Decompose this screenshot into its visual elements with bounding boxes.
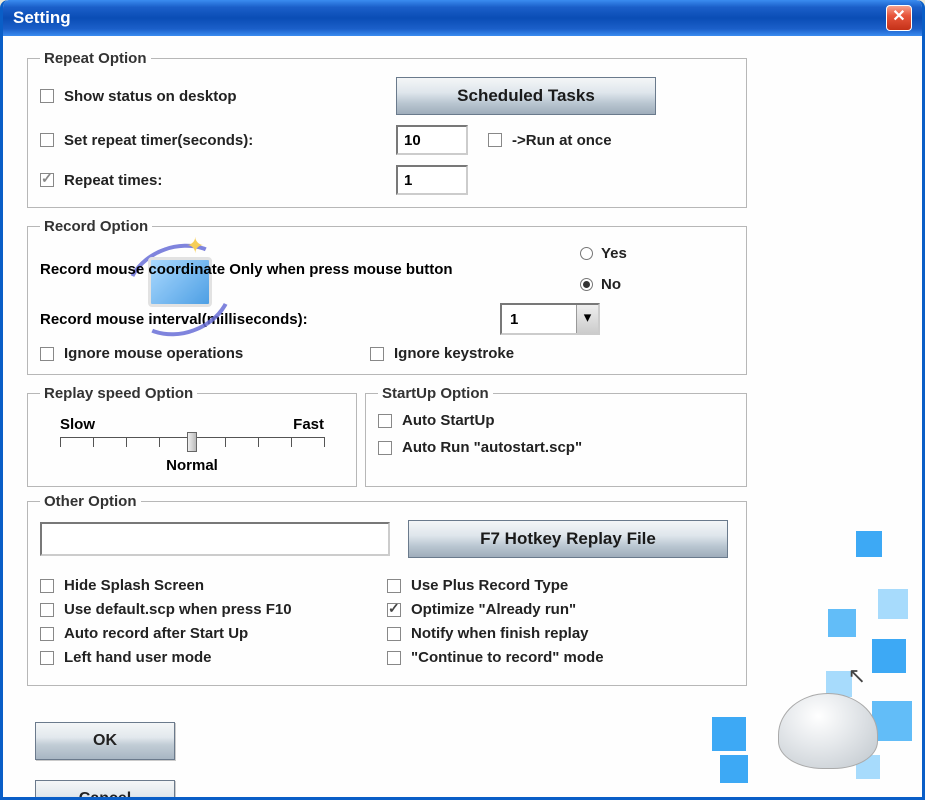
record-interval-label: Record mouse interval(milliseconds):: [40, 311, 500, 328]
record-interval-select[interactable]: 1 ▾: [500, 303, 600, 335]
replay-speed-slider[interactable]: [60, 437, 324, 455]
fast-label: Fast: [293, 416, 324, 433]
notify-finish-label: Notify when finish replay: [411, 625, 589, 642]
hotkey-file-input[interactable]: [40, 522, 390, 556]
other-legend: Other Option: [40, 493, 141, 510]
coord-no-label: No: [601, 276, 621, 293]
close-button[interactable]: ✕: [886, 5, 912, 31]
slider-thumb[interactable]: [187, 432, 197, 452]
ignore-mouse-checkbox[interactable]: [40, 347, 54, 361]
auto-startup-checkbox[interactable]: [378, 414, 392, 428]
optimize-already-checkbox[interactable]: [387, 603, 401, 617]
repeat-option-group: Repeat Option Show status on desktop Sch…: [27, 50, 747, 208]
hide-splash-label: Hide Splash Screen: [64, 577, 204, 594]
repeat-legend: Repeat Option: [40, 50, 151, 67]
record-coord-label: Record mouse coordinate Only when press …: [40, 261, 580, 278]
ignore-keys-label: Ignore keystroke: [394, 345, 514, 362]
ok-button[interactable]: OK: [35, 722, 175, 760]
run-at-once-checkbox[interactable]: [488, 133, 502, 147]
show-status-checkbox[interactable]: [40, 89, 54, 103]
left-hand-checkbox[interactable]: [40, 651, 54, 665]
repeat-times-label: Repeat times:: [64, 172, 396, 189]
run-at-once-label: ->Run at once: [512, 132, 612, 149]
titlebar[interactable]: Setting ✕: [3, 0, 922, 36]
set-timer-label: Set repeat timer(seconds):: [64, 132, 396, 149]
other-option-group: Other Option F7 Hotkey Replay File Hide …: [27, 493, 747, 686]
startup-legend: StartUp Option: [378, 385, 493, 402]
client-area: Repeat Option Show status on desktop Sch…: [3, 36, 922, 797]
startup-option-group: StartUp Option Auto StartUp Auto Run "au…: [365, 385, 747, 487]
show-status-label: Show status on desktop: [64, 88, 396, 105]
scheduled-tasks-button[interactable]: Scheduled Tasks: [396, 77, 656, 115]
repeat-times-checkbox[interactable]: [40, 173, 54, 187]
f7-hotkey-button[interactable]: F7 Hotkey Replay File: [408, 520, 728, 558]
close-icon: ✕: [892, 8, 905, 25]
left-hand-label: Left hand user mode: [64, 649, 212, 666]
notify-finish-checkbox[interactable]: [387, 627, 401, 641]
auto-record-start-checkbox[interactable]: [40, 627, 54, 641]
replay-speed-group: Replay speed Option Slow Fast: [27, 385, 357, 487]
replay-legend: Replay speed Option: [40, 385, 197, 402]
auto-run-label: Auto Run "autostart.scp": [402, 439, 582, 456]
auto-record-start-label: Auto record after Start Up: [64, 625, 248, 642]
coord-yes-radio[interactable]: [580, 247, 593, 260]
cursor-icon: ↖: [848, 663, 866, 689]
record-interval-value: 1: [510, 311, 518, 328]
optimize-already-label: Optimize "Already run": [411, 601, 576, 618]
timer-input[interactable]: [396, 125, 468, 155]
normal-label: Normal: [60, 457, 324, 474]
auto-run-checkbox[interactable]: [378, 441, 392, 455]
cancel-button[interactable]: Cancel: [35, 780, 175, 800]
coord-no-radio[interactable]: [580, 278, 593, 291]
coord-yes-label: Yes: [601, 245, 627, 262]
mouse-icon: [778, 693, 878, 769]
set-timer-checkbox[interactable]: [40, 133, 54, 147]
use-default-f10-checkbox[interactable]: [40, 603, 54, 617]
ignore-mouse-label: Ignore mouse operations: [64, 345, 370, 362]
auto-startup-label: Auto StartUp: [402, 412, 495, 429]
plus-record-checkbox[interactable]: [387, 579, 401, 593]
plus-record-label: Use Plus Record Type: [411, 577, 568, 594]
hide-splash-checkbox[interactable]: [40, 579, 54, 593]
slow-label: Slow: [60, 416, 95, 433]
window-title: Setting: [13, 8, 71, 28]
continue-record-checkbox[interactable]: [387, 651, 401, 665]
chevron-down-icon: ▾: [576, 305, 598, 333]
continue-record-label: "Continue to record" mode: [411, 649, 604, 666]
repeat-times-input[interactable]: [396, 165, 468, 195]
use-default-f10-label: Use default.scp when press F10: [64, 601, 292, 618]
ignore-keys-checkbox[interactable]: [370, 347, 384, 361]
record-legend: Record Option: [40, 218, 152, 235]
record-option-group: Record Option ✦ Record mouse coordinate …: [27, 218, 747, 375]
settings-window: Setting ✕ Repeat Option Show status on d…: [0, 0, 925, 800]
